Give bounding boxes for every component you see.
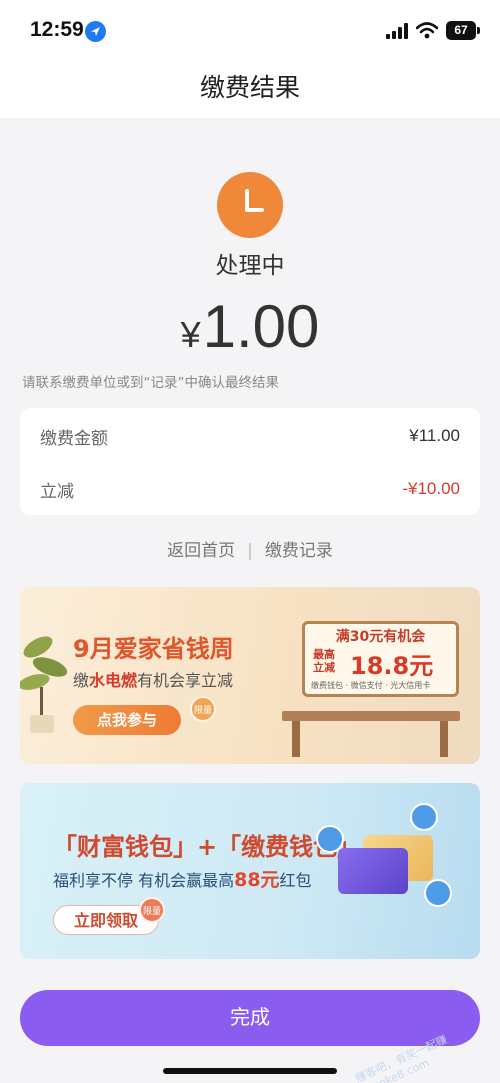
promo-banner-home-savings[interactable]: 9月爱家省钱周 缴水电燃有机会享立减 点我参与 限量 满30元有机会 最高立减 … [20,587,480,764]
processing-status: 处理中 [215,253,285,279]
table-leg [440,721,448,757]
back-home-link[interactable]: 返回首页 [167,541,235,561]
battery-tip [477,27,480,34]
banner2-sub-post: 红包 [279,871,312,890]
banner1-title: 9月爱家省钱周 [73,635,234,663]
clock-icon [217,172,283,238]
promo-board: 满30元有机会 最高立减 18.8元 缴费钱包 · 微信支付 · 光大信用卡 [302,621,459,697]
join-now-button[interactable]: 点我参与 [73,705,181,735]
banner2-sub-pre: 福利享不停 有机会赢最高 [53,871,235,890]
board-title: 满30元有机会 [335,629,426,645]
board-amount: 18.8元 [350,652,434,680]
promo-banner-wallet[interactable]: 「财富钱包」+「缴费钱包」 福利享不停 有机会赢最高88元红包 立即领取 限量 [20,783,480,959]
plant-illustration [20,636,68,733]
location-arrow-icon [85,21,106,42]
bank-card-illustration [338,848,408,894]
amount-value: 1.00 [202,293,320,360]
page-title: 缴费结果 [199,73,300,102]
detail-label: 立减 [40,481,74,502]
user-bubble-icon [424,879,452,907]
banner2-subtitle: 福利享不停 有机会赢最高88元红包 [53,865,312,892]
wallet-bubble-icon [316,825,344,853]
banner2-title: 「财富钱包」+「缴费钱包」 [53,833,362,861]
discount-value: -¥10.00 [402,479,460,498]
currency-symbol: ¥ [180,314,201,355]
result-hint: 请联系缴费单位或到“记录”中确认最终结果 [22,375,279,391]
payment-amount: ¥1.00 [0,292,500,361]
detail-row-discount: 立减 -¥10.00 [40,469,460,509]
board-small-text: 最高立减 [313,648,335,674]
status-time: 12:59 [30,18,84,41]
payment-records-link[interactable]: 缴费记录 [265,541,333,561]
detail-value: ¥11.00 [409,426,460,445]
status-bar: 12:59 67 [0,0,500,62]
payment-details-card: 缴费金额 ¥11.00 立减 -¥10.00 [20,408,480,515]
table-leg [292,721,300,757]
banner1-sub-highlight: 水电燃 [89,671,138,690]
limited-badge: 限量 [139,897,165,923]
battery-icon: 67 [446,21,476,40]
done-button[interactable]: 完成 [20,990,480,1046]
banner1-sub-pre: 缴 [73,671,90,690]
table-illustration [282,711,460,721]
detail-label: 缴费金额 [40,428,108,449]
detail-row-amount: 缴费金额 ¥11.00 [40,416,460,456]
link-separator: | [247,541,253,561]
wifi-icon [415,22,439,39]
banner1-sub-post: 有机会享立减 [137,671,234,690]
result-links: 返回首页 | 缴费记录 [0,536,500,561]
wallet-bubble-icon [410,803,438,831]
home-indicator [163,1068,337,1074]
board-footer: 缴费钱包 · 微信支付 · 光大信用卡 [311,681,431,690]
cellular-signal-icon [386,23,410,39]
banner2-sub-highlight: 88元 [234,869,280,891]
limited-badge: 限量 [190,696,216,722]
nav-bar: 缴费结果 [0,62,500,118]
banner1-subtitle: 缴水电燃有机会享立减 [73,667,233,691]
